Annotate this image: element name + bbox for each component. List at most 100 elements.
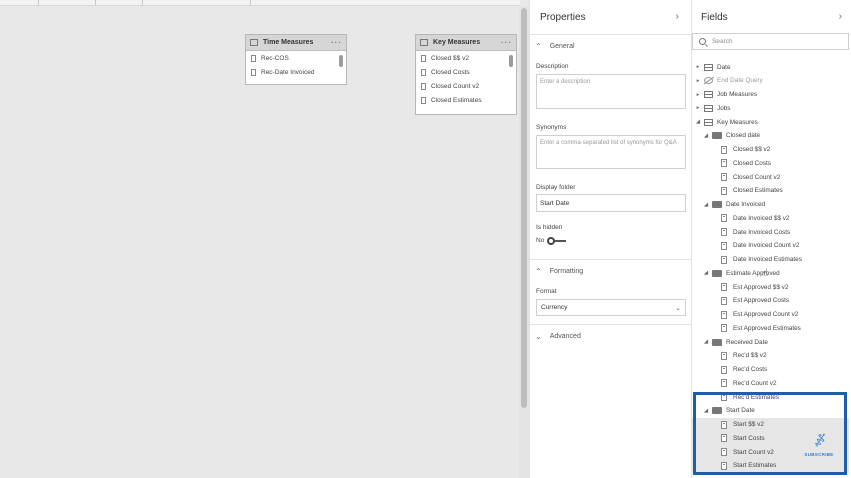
folder-icon <box>712 338 722 346</box>
field-label: Est Approved $$ v2 <box>733 283 789 291</box>
scrollbar-thumb[interactable] <box>521 8 527 408</box>
calculator-icon <box>721 448 727 456</box>
folder-icon <box>712 132 722 140</box>
field-table[interactable]: ▸ Jobs <box>692 101 849 115</box>
field-label: Jobs <box>717 104 731 112</box>
table-card-header[interactable]: Key Measures ··· <box>416 35 516 51</box>
card-scrollbar[interactable] <box>339 55 343 67</box>
table-field-row[interactable]: Rec-Date Invoiced <box>246 65 346 79</box>
folder-icon <box>712 407 722 415</box>
subscribe-label: SUBSCRIBE <box>804 452 834 457</box>
collapse-icon[interactable]: ◢ <box>703 270 709 276</box>
is-hidden-label: Is hidden <box>536 224 563 231</box>
calculator-icon <box>421 96 426 104</box>
table-card-time-measures[interactable]: Time Measures ··· Rec-COS Rec-Date Invoi… <box>245 34 347 85</box>
collapse-icon[interactable]: ◢ <box>703 339 709 345</box>
synonyms-input[interactable]: Enter a comma-separated list of synonyms… <box>536 135 686 169</box>
field-folder[interactable]: ◢ Received Date <box>692 335 849 349</box>
toggle-track[interactable] <box>547 236 567 245</box>
tab-divider <box>250 0 251 5</box>
collapse-icon[interactable]: ◢ <box>695 119 701 125</box>
field-measure[interactable]: Date Invoiced Estimates <box>692 253 849 267</box>
table-field-row[interactable]: Closed Costs <box>416 65 516 79</box>
field-label: Rec'd Costs <box>733 366 768 373</box>
field-folder[interactable]: ◢ Start Date <box>692 404 849 418</box>
field-measure[interactable]: Closed Estimates <box>692 184 849 198</box>
table-card-title: Key Measures <box>433 39 481 46</box>
field-measure[interactable]: Est Approved $$ v2 <box>692 280 849 294</box>
model-canvas[interactable]: Time Measures ··· Rec-COS Rec-Date Invoi… <box>0 6 518 478</box>
field-folder[interactable]: ◢ Estimate Approved <box>692 266 849 280</box>
fields-pane: Fields › Search ▸ Date ▸ End Date Query ▸ Job… <box>692 0 851 478</box>
field-label: Date Invoiced $$ v2 <box>733 214 790 222</box>
chevron-down-icon: ⌄ <box>535 332 542 341</box>
description-input[interactable]: Enter a description <box>536 74 686 109</box>
table-field-row[interactable]: Closed Estimates <box>416 93 516 107</box>
subscribe-badge[interactable]: ⚕ SUBSCRIBE <box>801 429 837 466</box>
field-label: Received Date <box>726 338 768 346</box>
format-label: Format <box>536 288 557 295</box>
section-general[interactable]: ⌃ General <box>535 42 575 51</box>
table-field-row[interactable]: Closed $$ v2 <box>416 51 516 65</box>
field-table[interactable]: ▸ Job Measures <box>692 88 849 102</box>
field-measure[interactable]: Closed Count v2 <box>692 170 849 184</box>
display-folder-input[interactable]: Start Date <box>536 194 686 212</box>
table-card-header[interactable]: Time Measures ··· <box>246 35 346 51</box>
field-measure[interactable]: Est Approved Count v2 <box>692 308 849 322</box>
field-measure[interactable]: Rec'd Count v2 <box>692 376 849 390</box>
collapse-icon[interactable]: ◢ <box>703 202 709 208</box>
is-hidden-toggle[interactable]: No <box>536 236 567 245</box>
table-card-key-measures[interactable]: Key Measures ··· Closed $$ v2 Closed Cos… <box>415 34 517 115</box>
calculator-icon <box>721 145 727 154</box>
field-measure[interactable]: Rec'd $$ v2 <box>692 349 849 363</box>
field-measure[interactable]: Closed $$ v2 <box>692 143 849 157</box>
field-label: Start Count v2 <box>733 448 774 456</box>
divider <box>530 324 691 325</box>
field-label: Est Approved Count v2 <box>733 311 799 318</box>
collapse-pane-icon[interactable]: › <box>839 11 842 22</box>
expand-icon[interactable]: ▸ <box>695 105 701 111</box>
table-field-row[interactable]: Closed Count v2 <box>416 79 516 93</box>
field-folder[interactable]: ◢ Date Invoiced <box>692 198 849 212</box>
expand-icon[interactable]: ▸ <box>695 92 701 98</box>
field-measure[interactable]: Date Invoiced Costs <box>692 225 849 239</box>
field-label: Estimate Approved <box>726 269 780 277</box>
more-options-icon[interactable]: ··· <box>501 38 512 47</box>
field-measure[interactable]: Rec'd Estimates <box>692 390 849 404</box>
calculator-icon <box>721 434 727 443</box>
calculator-icon <box>721 186 727 195</box>
field-label: Closed Count v2 <box>733 173 781 181</box>
section-advanced[interactable]: ⌄ Advanced <box>535 332 581 341</box>
more-options-icon[interactable]: ··· <box>331 38 342 47</box>
expand-icon[interactable]: ▸ <box>695 64 701 70</box>
field-label: Start Costs <box>733 434 765 442</box>
fields-search-input[interactable]: Search <box>692 33 849 50</box>
field-measure[interactable]: Est Approved Costs <box>692 294 849 308</box>
field-table[interactable]: ▸ End Date Query <box>692 74 849 88</box>
toggle-knob[interactable] <box>547 236 556 245</box>
field-measure[interactable]: Closed Costs <box>692 156 849 170</box>
collapse-icon[interactable]: ◢ <box>703 408 709 414</box>
field-table[interactable]: ▸ Date <box>692 60 849 74</box>
hand-cursor-icon: ☝ <box>762 268 769 279</box>
card-scrollbar[interactable] <box>509 55 513 67</box>
expand-icon[interactable]: ▸ <box>695 78 701 84</box>
table-icon <box>704 104 713 112</box>
tab-divider <box>142 0 143 5</box>
chevron-up-icon: ⌃ <box>535 42 542 51</box>
field-table[interactable]: ◢ Key Measures <box>692 115 849 129</box>
collapse-pane-icon[interactable]: › <box>676 11 679 22</box>
field-measure[interactable]: Date Invoiced Count v2 <box>692 239 849 253</box>
divider <box>530 259 691 260</box>
field-measure[interactable]: Date Invoiced $$ v2 <box>692 211 849 225</box>
field-measure[interactable]: Est Approved Estimates <box>692 321 849 335</box>
table-field-row[interactable]: Rec-COS <box>246 51 346 65</box>
search-icon <box>699 38 706 45</box>
calculator-icon <box>251 54 256 62</box>
section-formatting[interactable]: ⌃ Formatting <box>535 267 583 276</box>
collapse-icon[interactable]: ◢ <box>703 133 709 139</box>
field-measure[interactable]: Rec'd Costs <box>692 363 849 377</box>
field-folder[interactable]: ◢ Closed date <box>692 129 849 143</box>
format-select[interactable]: Currency ⌄ <box>536 299 686 316</box>
canvas-scrollbar[interactable] <box>519 6 529 478</box>
